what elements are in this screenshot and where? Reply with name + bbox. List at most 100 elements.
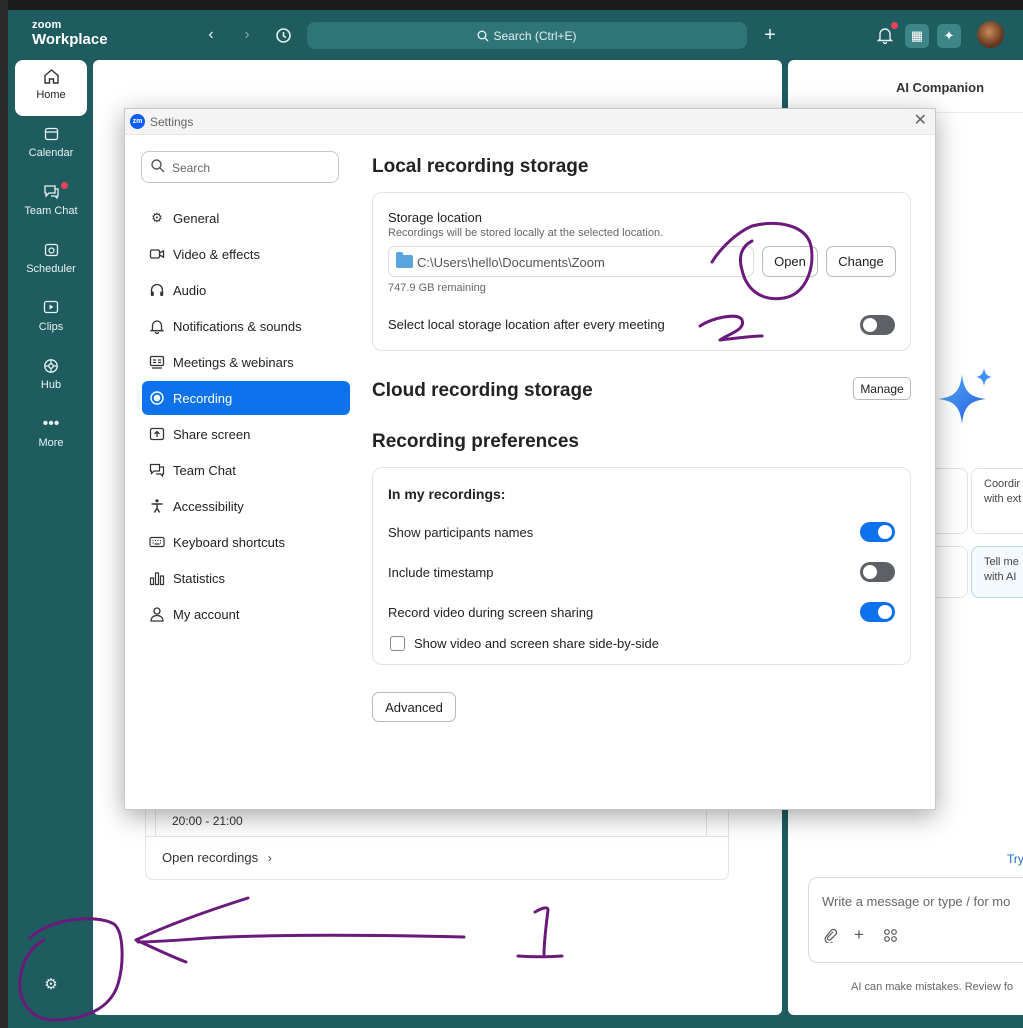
meeting-event-card[interactable]: 20:00 - 21:00 Open recordings › (145, 805, 729, 880)
zoom-app-icon: zm (130, 114, 145, 129)
open-folder-button[interactable]: Open (762, 246, 818, 277)
ai-suggestion-text: with AI (984, 571, 1017, 583)
sidebar-item-hub[interactable]: Hub (15, 350, 87, 406)
sidebar: Home Calendar Team Chat Scheduler Clips … (8, 60, 94, 1020)
calendar-app-icon[interactable]: ▦ (905, 24, 929, 48)
local-storage-heading: Local recording storage (372, 156, 589, 177)
close-icon[interactable]: ✕ (914, 112, 927, 130)
chat-icon (149, 462, 165, 478)
unread-dot (61, 182, 68, 189)
timestamp-toggle[interactable] (860, 562, 895, 582)
menu-item-label: Share screen (173, 427, 251, 442)
menu-item-share-screen[interactable]: Share screen (142, 417, 350, 451)
sidebar-item-label: Hub (40, 379, 62, 391)
avatar[interactable] (977, 21, 1004, 48)
bell-icon (149, 318, 165, 335)
ai-sparkle-icon[interactable]: ✦ (937, 24, 961, 48)
record-video-toggle[interactable] (860, 602, 895, 622)
ai-disclaimer: AI can make mistakes. Review fo (851, 981, 1014, 993)
menu-item-label: Accessibility (173, 499, 244, 514)
storage-path-value: C:\Users\hello\Documents\Zoom (417, 255, 605, 270)
sidebar-item-label: Team Chat (24, 205, 78, 217)
menu-item-label: Meetings & webinars (173, 355, 294, 370)
show-names-label: Show participants names (388, 525, 534, 540)
ai-message-input[interactable]: Write a message or type / for mo + (808, 877, 1023, 963)
side-by-side-checkbox[interactable] (390, 636, 405, 651)
sidebar-item-scheduler[interactable]: Scheduler (15, 234, 87, 290)
storage-location-label: Storage location (388, 210, 482, 225)
sidebar-item-calendar[interactable]: Calendar (15, 118, 87, 174)
chevron-right-icon: › (267, 851, 272, 865)
menu-item-accessibility[interactable]: Accessibility (142, 489, 350, 523)
sidebar-item-team-chat[interactable]: Team Chat (15, 176, 87, 232)
open-recordings-link[interactable]: Open recordings › (162, 850, 272, 865)
menu-item-label: General (173, 211, 220, 226)
event-time: 20:00 - 21:00 (172, 814, 243, 828)
menu-item-recording[interactable]: Recording (142, 381, 350, 415)
top-bar: zoom Workplace ‹ › Search (Ctrl+E) + ▦ ✦ (8, 10, 1023, 60)
history-icon[interactable] (272, 24, 294, 46)
menu-item-general[interactable]: ⚙ General (142, 201, 350, 235)
change-folder-button[interactable]: Change (826, 246, 896, 277)
apps-icon[interactable] (883, 928, 898, 946)
menu-item-team-chat[interactable]: Team Chat (142, 453, 350, 487)
menu-item-notifications[interactable]: Notifications & sounds (142, 309, 350, 343)
menu-item-meetings-webinars[interactable]: Meetings & webinars (142, 345, 350, 379)
divider (155, 806, 156, 836)
search-icon (477, 30, 489, 41)
sidebar-item-home[interactable]: Home (15, 60, 87, 116)
settings-search-input[interactable]: Search (141, 151, 339, 183)
menu-item-my-account[interactable]: My account (142, 597, 350, 631)
back-arrow-icon[interactable]: ‹ (200, 24, 222, 46)
headphones-icon (149, 282, 165, 298)
menu-item-statistics[interactable]: Statistics (142, 561, 350, 595)
ai-companion-title: AI Companion (895, 80, 985, 95)
ai-suggestion-text: Tell me (984, 556, 1019, 568)
manage-cloud-button[interactable]: Manage (853, 377, 911, 400)
recording-preferences-card: In my recordings: Show participants name… (372, 467, 911, 665)
sidebar-item-label: More (38, 437, 64, 449)
ai-suggestion-card[interactable]: Coordir with ext (971, 468, 1023, 534)
sidebar-settings-gear-icon[interactable]: ⚙ (41, 975, 61, 995)
sidebar-item-more[interactable]: ••• More (15, 408, 87, 464)
clips-icon (15, 292, 87, 316)
logo-workplace: Workplace (32, 31, 108, 48)
in-my-recordings-label: In my recordings: (388, 486, 506, 502)
storage-path-field[interactable]: C:\Users\hello\Documents\Zoom (388, 246, 754, 277)
share-screen-icon (149, 426, 165, 442)
menu-item-label: Team Chat (173, 463, 236, 478)
advanced-button[interactable]: Advanced (372, 692, 456, 722)
notification-dot (891, 22, 898, 29)
calendar-icon (15, 118, 87, 142)
background-window-strip (0, 0, 8, 1028)
sidebar-item-label: Clips (38, 321, 64, 333)
paperclip-icon[interactable] (823, 928, 838, 946)
record-icon (149, 390, 165, 406)
settings-window-title: Settings (150, 115, 194, 129)
global-search-bar[interactable]: Search (Ctrl+E) (307, 22, 747, 49)
plus-icon[interactable]: + (759, 24, 781, 46)
menu-item-video-effects[interactable]: Video & effects (142, 237, 350, 271)
ai-suggestion-card[interactable]: Tell me with AI (971, 546, 1023, 598)
plus-icon[interactable]: + (854, 925, 864, 945)
select-after-meeting-label: Select local storage location after ever… (388, 317, 665, 332)
record-video-label: Record video during screen sharing (388, 605, 594, 620)
video-icon (149, 246, 165, 262)
show-names-toggle[interactable] (860, 522, 895, 542)
menu-item-label: Audio (173, 283, 207, 298)
try-link[interactable]: Try (1007, 852, 1023, 866)
menu-item-label: Notifications & sounds (173, 319, 302, 334)
settings-search-placeholder: Search (172, 161, 211, 175)
more-icon: ••• (42, 415, 60, 432)
menu-item-audio[interactable]: Audio (142, 273, 350, 307)
divider (146, 836, 728, 837)
sidebar-item-label: Scheduler (26, 263, 76, 275)
statistics-icon (149, 570, 165, 586)
sidebar-item-clips[interactable]: Clips (15, 292, 87, 348)
menu-item-label: Keyboard shortcuts (173, 535, 286, 550)
forward-arrow-icon[interactable]: › (236, 24, 258, 46)
folder-icon (396, 252, 413, 268)
select-after-meeting-toggle[interactable] (860, 315, 895, 335)
divider (706, 806, 707, 836)
menu-item-keyboard-shortcuts[interactable]: Keyboard shortcuts (142, 525, 350, 559)
